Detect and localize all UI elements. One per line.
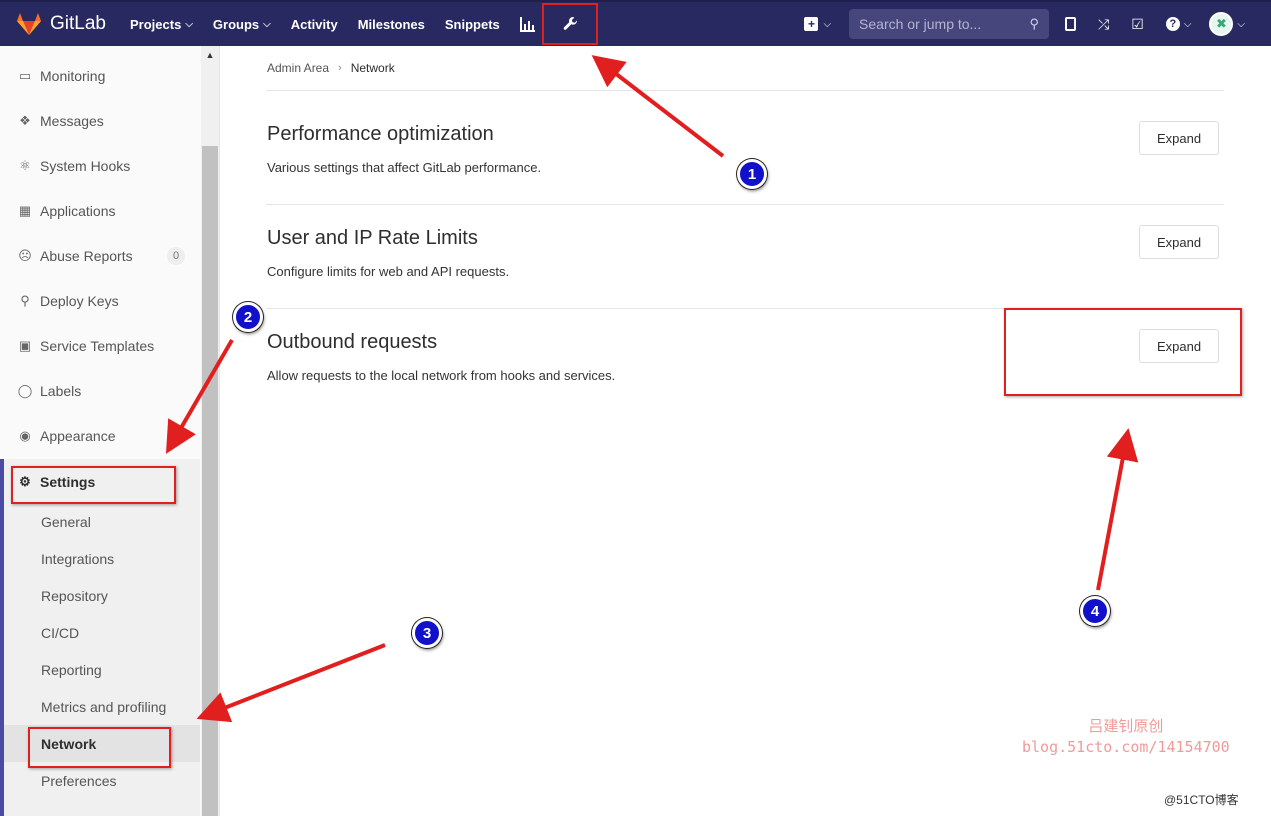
step-badge-3: 3: [412, 618, 442, 648]
watermark-line-2: blog.51cto.com/14154700: [1022, 738, 1230, 756]
breadcrumb: Admin Area › Network: [267, 61, 395, 75]
admin-sidebar: ▭ Monitoring ❖ Messages ⚛ System Hooks ▦ App…: [0, 46, 220, 816]
settings-sub-repository[interactable]: Repository: [4, 577, 200, 614]
grid-icon: ▦: [18, 202, 32, 218]
merge-request-icon: ⤮: [1098, 15, 1110, 32]
chevron-down-icon: ⌵: [1183, 18, 1192, 30]
sidebar-item-system-hooks[interactable]: ⚛ System Hooks: [0, 143, 200, 188]
section-desc-performance: Various settings that affect GitLab perf…: [267, 160, 542, 175]
plus-square-icon: +: [804, 17, 819, 31]
wrench-icon: [563, 17, 577, 30]
section-desc-outbound: Allow requests to the local network from…: [267, 368, 616, 383]
highlight-network: [28, 727, 171, 768]
count-badge: 0: [167, 246, 185, 265]
arrow-3: [196, 643, 386, 723]
label-icon: ◯: [17, 382, 33, 398]
gitlab-logo[interactable]: GitLab: [16, 12, 116, 36]
expand-rate-limits-button[interactable]: Expand: [1139, 225, 1219, 259]
section-title-rate-limits: User and IP Rate Limits: [267, 227, 478, 249]
key-icon: ⚲: [20, 292, 30, 308]
nav-snippets[interactable]: Snippets: [445, 17, 500, 32]
breadcrumb-current: Network: [350, 61, 395, 75]
frown-icon: ☹: [18, 247, 32, 263]
issues-icon: [1065, 17, 1077, 31]
arrow-4: [1096, 428, 1139, 591]
sidebar-item-service-templates[interactable]: ▣ Service Templates: [0, 323, 200, 368]
nav-projects[interactable]: Projects ⌵: [130, 17, 193, 32]
sidebar-item-messages[interactable]: ❖ Messages: [0, 98, 200, 143]
nav-activity[interactable]: Activity: [291, 17, 338, 32]
nav-milestones[interactable]: Milestones: [358, 17, 425, 32]
corner-watermark: @51CTO博客: [1164, 793, 1239, 807]
divider: [266, 90, 1224, 91]
settings-sub-ci-cd[interactable]: CI/CD: [4, 614, 200, 651]
step-badge-1: 1: [737, 159, 767, 189]
sidebar-item-abuse-reports[interactable]: ☹ Abuse Reports 0: [0, 233, 200, 278]
hook-icon: ⚛: [19, 157, 31, 173]
scrollbar-thumb[interactable]: [202, 146, 218, 816]
settings-sub-metrics[interactable]: Metrics and profiling: [4, 688, 200, 725]
divider: [266, 204, 1224, 205]
avatar: ✖: [1209, 12, 1234, 36]
settings-sub-reporting[interactable]: Reporting: [4, 651, 200, 688]
admin-area-button[interactable]: [541, 3, 598, 45]
help-menu[interactable]: ? ⌵: [1165, 17, 1192, 31]
nav-analytics[interactable]: [519, 16, 536, 32]
chevron-down-icon: ⌵: [185, 18, 193, 30]
sidebar-item-labels[interactable]: ◯ Labels: [0, 368, 200, 413]
section-title-performance: Performance optimization: [267, 123, 494, 145]
user-menu[interactable]: ✖ ⌵: [1209, 12, 1245, 36]
issues-button[interactable]: [1065, 17, 1077, 31]
scroll-up-arrow-icon[interactable]: ▲: [201, 48, 219, 62]
expand-performance-button[interactable]: Expand: [1139, 121, 1219, 155]
sidebar-item-monitoring[interactable]: ▭ Monitoring: [0, 53, 200, 98]
settings-sub-integrations[interactable]: Integrations: [4, 540, 200, 577]
chevron-right-icon: ›: [338, 62, 342, 74]
search-icon[interactable]: ⚲: [1030, 16, 1040, 32]
tanuki-icon: [17, 13, 41, 35]
todos-button[interactable]: ☑: [1131, 16, 1144, 33]
watermark-line-1: 吕建钊原创: [1088, 717, 1164, 735]
watermark: 吕建钊原创 blog.51cto.com/14154700: [1022, 716, 1230, 758]
sidebar-item-deploy-keys[interactable]: ⚲ Deploy Keys: [0, 278, 200, 323]
merge-requests-button[interactable]: ⤮: [1098, 16, 1109, 33]
settings-sub-general[interactable]: General: [4, 503, 200, 540]
section-title-outbound: Outbound requests: [267, 331, 438, 353]
sidebar-item-appearance[interactable]: ◉ Appearance: [0, 413, 200, 458]
search-input[interactable]: [859, 16, 1010, 32]
search-box[interactable]: ⚲: [849, 9, 1050, 39]
sidebar-item-applications[interactable]: ▦ Applications: [0, 188, 200, 233]
broadcast-icon: ❖: [19, 112, 31, 128]
top-navbar: GitLab Projects ⌵ Groups ⌵ Activity Milest…: [0, 0, 1271, 46]
breadcrumb-admin-area[interactable]: Admin Area: [267, 61, 329, 75]
chevron-down-icon: ⌵: [1237, 18, 1245, 30]
step-badge-4: 4: [1080, 596, 1110, 626]
identicon-icon: ✖: [1215, 16, 1227, 31]
nav-groups[interactable]: Groups ⌵: [213, 17, 271, 32]
highlight-expand-outbound: [1004, 308, 1242, 396]
palette-icon: ◉: [19, 427, 31, 443]
arrow-1: [591, 55, 725, 158]
brand-name: GitLab: [50, 13, 106, 34]
section-desc-rate-limits: Configure limits for web and API request…: [267, 264, 510, 279]
chevron-down-icon: ⌵: [263, 18, 271, 30]
template-icon: ▣: [18, 337, 32, 353]
new-item-menu[interactable]: + ⌵: [804, 17, 831, 31]
monitor-icon: ▭: [18, 67, 32, 83]
chart-icon: [519, 17, 535, 32]
todo-icon: ☑: [1131, 15, 1144, 32]
chevron-down-icon: ⌵: [823, 18, 832, 30]
highlight-settings: [11, 466, 176, 504]
step-badge-2: 2: [233, 302, 263, 332]
help-icon: ?: [1165, 17, 1180, 31]
